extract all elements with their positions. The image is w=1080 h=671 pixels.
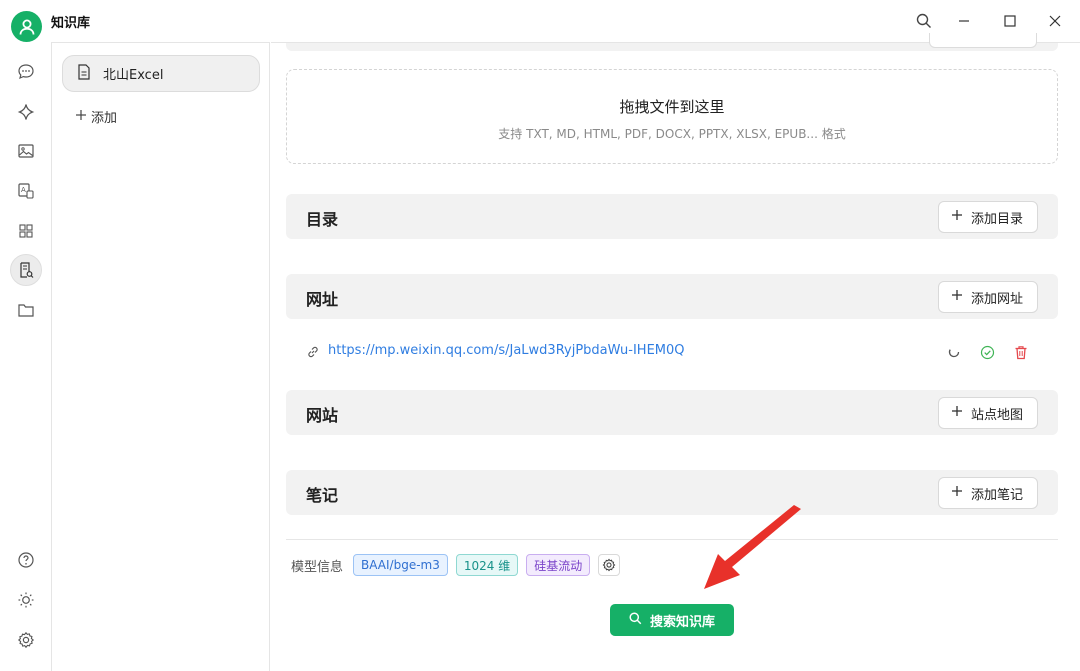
plus-icon [951, 289, 963, 305]
add-label: 添加 [91, 111, 118, 126]
add-knowledge-base-button[interactable]: 添加 [75, 107, 117, 126]
dropzone-title: 拖拽文件到这里 [619, 98, 725, 116]
settings-icon[interactable] [10, 624, 42, 656]
add-note-label: 添加笔记 [970, 487, 1023, 503]
file-dropzone[interactable]: 拖拽文件到这里 支持 TXT, MD, HTML, PDF, DOCX, PPT… [286, 69, 1058, 164]
add-directory-button[interactable]: 添加目录 [937, 201, 1038, 233]
plus-icon [951, 209, 963, 225]
url-link[interactable]: https://mp.weixin.qq.com/s/JaLwd3RyjPbda… [328, 343, 685, 358]
close-icon[interactable] [1041, 8, 1069, 34]
folder-icon[interactable] [10, 294, 42, 326]
annotation-arrow-icon [704, 505, 801, 589]
sparkle-icon[interactable] [10, 96, 42, 128]
dropzone-hint: 支持 TXT, MD, HTML, PDF, DOCX, PPTX, XLSX,… [498, 127, 846, 141]
plus-icon [951, 405, 963, 421]
app-title: 知识库 [51, 16, 91, 31]
divider [286, 539, 1058, 540]
minimize-icon[interactable] [950, 8, 978, 34]
website-section: 网站 站点地图 [286, 390, 1058, 435]
add-url-button[interactable]: 添加网址 [937, 281, 1038, 313]
directory-title: 目录 [306, 210, 339, 229]
title-bar: 知识库 [0, 0, 1080, 42]
apps-icon[interactable] [10, 215, 42, 247]
kb-item-label: 北山Excel [103, 68, 164, 83]
notes-title: 笔记 [306, 486, 339, 505]
directory-section: 目录 添加目录 [286, 194, 1058, 239]
url-title: 网址 [306, 290, 339, 309]
user-avatar-icon[interactable] [11, 11, 42, 42]
knowledge-icon[interactable] [10, 254, 42, 286]
url-section: 网址 添加网址 [286, 274, 1058, 319]
plus-icon [951, 485, 963, 501]
add-url-label: 添加网址 [970, 291, 1023, 307]
provider-tag: 硅基流动 [526, 554, 591, 576]
help-icon[interactable] [10, 544, 42, 576]
sitemap-button[interactable]: 站点地图 [937, 397, 1038, 429]
add-note-button[interactable]: 添加笔记 [937, 477, 1038, 509]
model-info: 模型信息 BAAI/bge-m3 1024 维 硅基流动 [291, 553, 621, 577]
theme-icon[interactable] [10, 584, 42, 616]
search-icon[interactable] [910, 8, 938, 34]
document-icon [77, 63, 91, 84]
check-circle-icon [978, 343, 996, 361]
svg-text:A: A [21, 186, 26, 194]
url-row: https://mp.weixin.qq.com/s/JaLwd3RyjPbda… [286, 338, 1058, 366]
refresh-icon[interactable] [945, 343, 963, 361]
knowledge-base-detail: 拖拽文件到这里 支持 TXT, MD, HTML, PDF, DOCX, PPT… [271, 33, 1080, 671]
notes-section: 笔记 添加笔记 [286, 470, 1058, 515]
trash-icon[interactable] [1012, 343, 1030, 361]
scrolled-section-button[interactable] [929, 33, 1037, 48]
translate-icon[interactable]: A [10, 175, 42, 207]
image-icon[interactable] [10, 135, 42, 167]
website-title: 网站 [306, 406, 339, 425]
knowledge-base-list: 北山Excel 添加 [52, 42, 270, 671]
model-settings-icon[interactable] [598, 554, 621, 576]
dimension-tag: 1024 维 [455, 554, 519, 576]
link-icon [304, 343, 322, 361]
search-icon [629, 611, 642, 629]
maximize-icon[interactable] [996, 8, 1024, 34]
search-knowledge-base-button[interactable]: 搜索知识库 [610, 604, 734, 636]
kb-item-beishan-excel[interactable]: 北山Excel [62, 55, 260, 92]
embedding-model-tag: BAAI/bge-m3 [353, 554, 448, 576]
plus-icon [75, 109, 87, 125]
model-info-label: 模型信息 [291, 559, 344, 575]
sitemap-label: 站点地图 [970, 407, 1023, 423]
search-button-label: 搜索知识库 [649, 614, 715, 630]
chat-icon[interactable] [10, 56, 42, 88]
add-directory-label: 添加目录 [970, 211, 1023, 227]
icon-rail: A [0, 42, 52, 671]
